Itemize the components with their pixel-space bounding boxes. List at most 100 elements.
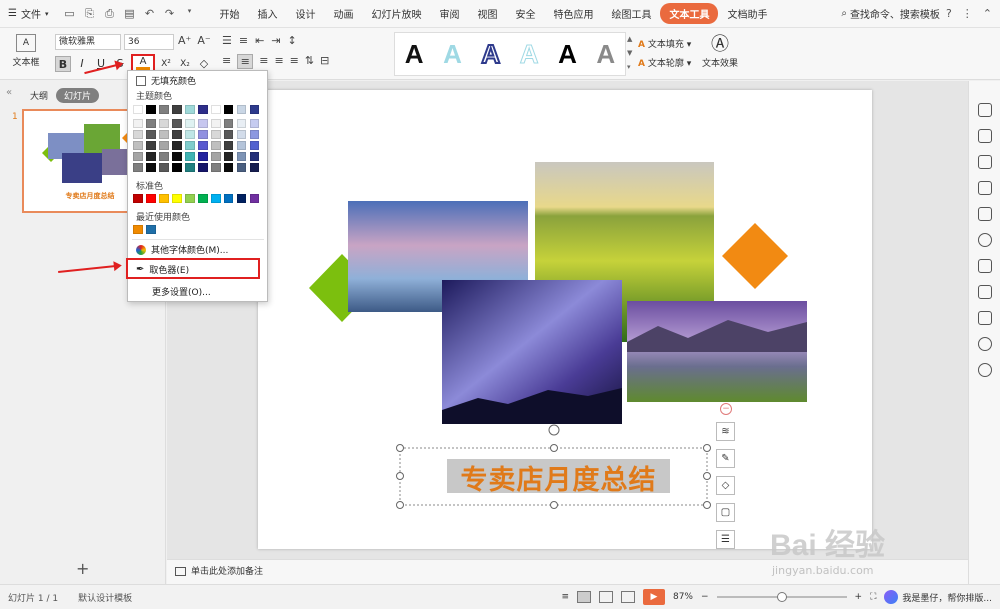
theme-shade-swatch[interactable] [158,163,169,172]
standard-color-swatch[interactable] [184,194,195,203]
theme-shade-swatch[interactable] [184,152,195,161]
theme-shade-swatch[interactable] [133,152,143,161]
theme-shade-swatch[interactable] [197,119,208,128]
theme-shade-swatch[interactable] [236,119,247,128]
collapse-ribbon-icon[interactable]: ⌃ [983,7,992,20]
text-style-1[interactable]: A [405,39,424,70]
standard-color-swatch[interactable] [197,194,208,203]
italic-button[interactable]: I [74,56,90,72]
tab-animation[interactable]: 动画 [324,3,362,24]
fill-icon[interactable]: ◇ [716,476,735,495]
increase-indent-icon[interactable]: ⇥ [271,34,280,47]
qa-more-icon[interactable]: ▾ [182,7,196,21]
tab-features[interactable]: 特色应用 [544,3,602,24]
help-icon[interactable]: ? [946,7,952,20]
theme-shade-swatch[interactable] [145,130,156,139]
slide-title[interactable]: 专卖店月度总结 [447,458,670,497]
eyedropper-option[interactable]: ✒ 取色器(E) [136,263,189,276]
recent-color-swatch[interactable] [145,225,156,234]
tab-text-tools[interactable]: 文本工具 [660,3,719,24]
theme-shade-swatch[interactable] [223,141,234,150]
theme-shade-swatch[interactable] [158,152,169,161]
theme-shade-swatch[interactable] [249,141,260,150]
pen-icon[interactable]: ✎ [716,449,735,468]
theme-color-swatch[interactable] [223,105,234,114]
theme-shade-swatch[interactable] [133,130,143,139]
distribute-icon[interactable]: ≡ [290,54,299,69]
align-left-icon[interactable]: ≡ [222,54,231,69]
theme-shade-swatch[interactable] [184,163,195,172]
add-slide-button[interactable]: + [76,559,89,578]
text-direction-icon[interactable]: ⇅ [305,54,314,69]
font-size-select[interactable]: 36 [124,34,174,50]
standard-color-swatch[interactable] [223,194,234,203]
theme-shade-swatch[interactable] [145,119,156,128]
theme-color-swatch[interactable] [171,105,182,114]
share-out-icon[interactable] [977,285,992,299]
theme-shade-swatch[interactable] [249,152,260,161]
theme-color-swatch[interactable] [133,105,143,114]
theme-shade-swatch[interactable] [210,152,221,161]
theme-shade-swatch[interactable] [184,141,195,150]
standard-color-swatch[interactable] [249,194,260,203]
command-search[interactable]: ⌕ 查找命令、搜索模板 [841,6,946,21]
notes-bar[interactable]: 单击此处添加备注 [167,559,968,584]
standard-color-swatch[interactable] [210,194,221,203]
tab-review[interactable]: 审阅 [430,3,468,24]
bullet-list-icon[interactable]: ☰ [222,34,232,47]
theme-shade-swatch[interactable] [145,163,156,172]
orange-diamond-shape[interactable] [722,223,788,289]
theme-shade-swatch[interactable] [171,141,182,150]
theme-shade-swatch[interactable] [210,163,221,172]
layer-icon[interactable]: ≋ [716,422,735,441]
standard-color-swatch[interactable] [171,194,182,203]
align-center-icon[interactable]: ≡ [237,54,254,69]
theme-shade-swatch[interactable] [197,152,208,161]
theme-shade-swatch[interactable] [133,163,143,172]
theme-shade-swatch[interactable] [158,141,169,150]
zoom-level[interactable]: 87% [673,592,693,602]
text-style-6[interactable]: A [596,39,615,70]
tab-slides[interactable]: 幻灯片 [56,88,100,103]
align-right-icon[interactable]: ≡ [259,54,268,69]
notes-toggle-icon[interactable]: ≡ [561,592,569,602]
theme-shade-swatch[interactable] [184,130,195,139]
copy-icon[interactable] [977,129,992,143]
text-style-3[interactable]: A [480,38,501,70]
theme-shade-swatch[interactable] [158,130,169,139]
tab-doc-assistant[interactable]: 文档助手 [718,3,776,24]
file-menu[interactable]: ☰ 文件 ▾ [0,6,56,21]
tab-slideshow[interactable]: 幻灯片放映 [362,3,430,24]
print-preview-icon[interactable]: ▤ [122,7,136,21]
theme-color-swatch[interactable] [145,105,156,114]
collapse-panel-icon[interactable]: « [6,87,12,98]
theme-color-swatch[interactable] [197,105,208,114]
text-fill-button[interactable]: A 文本填充 ▾ [638,36,691,55]
theme-shade-swatch[interactable] [197,163,208,172]
adjust-icon[interactable] [977,181,992,195]
decrease-indent-icon[interactable]: ⇤ [255,34,264,47]
theme-shade-swatch[interactable] [249,119,260,128]
standard-color-swatch[interactable] [133,194,143,203]
theme-color-swatch[interactable] [184,105,195,114]
help-circle-icon[interactable] [977,363,992,377]
recent-color-swatch[interactable] [133,225,143,234]
collapse-toolbar-icon[interactable]: − [720,403,732,415]
text-style-4[interactable]: A [519,38,539,70]
standard-color-swatch[interactable] [145,194,156,203]
no-fill-option[interactable]: 无填充颜色 [136,74,196,87]
tab-outline[interactable]: 大纲 [30,89,48,102]
font-shrink-icon[interactable]: A⁻ [197,34,210,47]
theme-shade-swatch[interactable] [236,141,247,150]
standard-color-swatch[interactable] [236,194,247,203]
theme-shade-swatch[interactable] [171,119,182,128]
normal-view-button[interactable] [576,591,591,603]
justify-icon[interactable]: ≡ [274,54,283,69]
theme-color-swatch[interactable] [210,105,221,114]
share-icon[interactable]: ⋮ [962,7,973,20]
theme-shade-swatch[interactable] [171,163,182,172]
bold-button[interactable]: B [55,56,71,72]
history-icon[interactable] [977,337,992,351]
theme-shade-swatch[interactable] [210,141,221,150]
theme-shade-swatch[interactable] [223,130,234,139]
